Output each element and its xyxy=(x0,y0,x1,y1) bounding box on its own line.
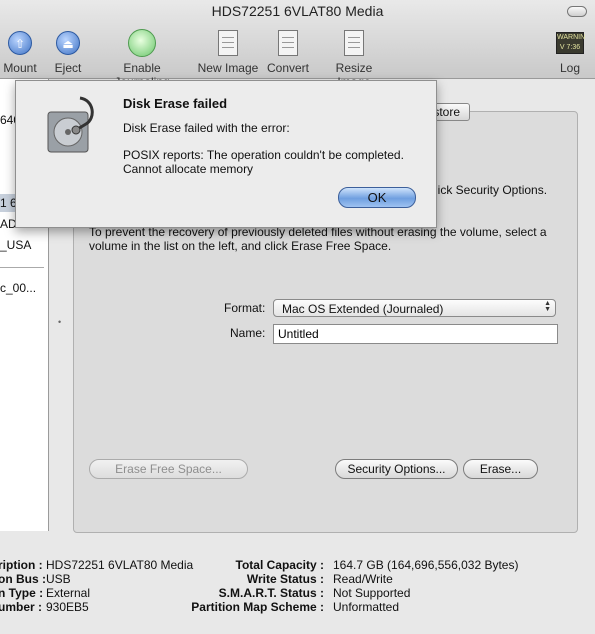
disk-utility-icon xyxy=(47,96,94,153)
dialog-title: Disk Erase failed xyxy=(123,96,228,111)
convert-button[interactable]: Convert xyxy=(266,28,310,75)
list-divider xyxy=(0,267,44,268)
toolbar-toggle-button[interactable] xyxy=(567,6,587,17)
format-label: Format: xyxy=(224,301,266,315)
resize-image-icon xyxy=(344,30,364,56)
name-input[interactable] xyxy=(273,324,558,344)
format-value: Mac OS Extended (Journaled) xyxy=(282,302,444,316)
format-select[interactable]: Mac OS Extended (Journaled) ▲ ▼ xyxy=(273,299,556,317)
title-bar: HDS72251 6VLAT80 Media ⇧ Mount ⏏ Eject E… xyxy=(0,0,595,89)
security-options-hint: click Security Options. xyxy=(429,183,548,197)
log-icon: WARNIN V 7:36 xyxy=(556,32,585,54)
erase-button[interactable]: Erase... xyxy=(463,459,538,479)
mount-button[interactable]: ⇧ Mount xyxy=(0,28,40,75)
eject-button[interactable]: ⏏ Eject xyxy=(53,28,83,75)
disk-list-item[interactable]: c_00... xyxy=(0,279,48,297)
ok-button[interactable]: OK xyxy=(338,187,416,208)
disk-info-labels: ription : on Bus : n Type : umber : xyxy=(0,558,46,614)
erase-free-space-instructions: To prevent the recovery of previously de… xyxy=(89,225,547,253)
mount-icon: ⇧ xyxy=(8,31,32,55)
erase-free-space-button[interactable]: Erase Free Space... xyxy=(89,459,248,479)
splitter-handle-icon[interactable]: • xyxy=(58,317,61,327)
security-options-button[interactable]: Security Options... xyxy=(335,459,458,479)
dialog-detail: POSIX reports: The operation couldn't be… xyxy=(123,148,404,176)
eject-icon: ⏏ xyxy=(56,31,80,55)
capacity-info-labels: Total Capacity : Write Status : S.M.A.R.… xyxy=(191,558,324,614)
journaling-icon xyxy=(128,29,156,57)
dialog-message: Disk Erase failed with the error: xyxy=(123,121,290,135)
new-image-icon xyxy=(218,30,238,56)
capacity-info-values: 164.7 GB (164,696,556,032 Bytes) Read/Wr… xyxy=(333,558,519,614)
disk-list-item[interactable]: _USA xyxy=(0,236,48,254)
disk-info-values: HDS72251 6VLAT80 Media USB External 930E… xyxy=(46,558,194,614)
error-dialog: Disk Erase failed Disk Erase failed with… xyxy=(15,80,437,228)
name-label: Name: xyxy=(230,326,266,340)
new-image-button[interactable]: New Image xyxy=(197,28,259,75)
window-title: HDS72251 6VLAT80 Media xyxy=(211,3,384,19)
convert-icon xyxy=(278,30,298,56)
stepper-arrows-icon: ▲ ▼ xyxy=(544,300,551,313)
log-button[interactable]: WARNIN V 7:36 Log xyxy=(554,28,586,75)
